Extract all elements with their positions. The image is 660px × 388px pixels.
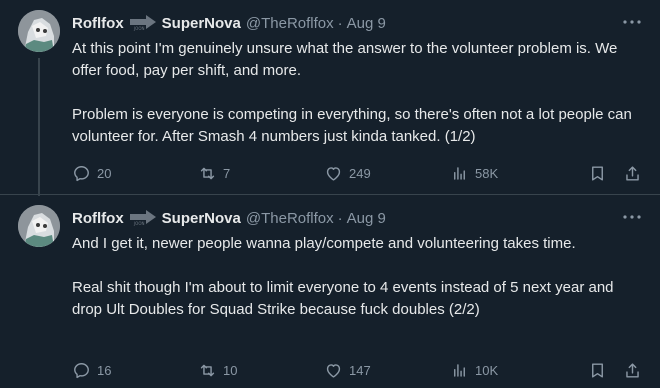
tweet-paragraph: Problem is everyone is competing in ever… — [72, 106, 632, 145]
reply-icon — [74, 362, 89, 378]
heart-icon — [326, 363, 341, 378]
tweet-actions: 16 10 147 10K — [72, 360, 642, 380]
retweet-count: 10 — [223, 362, 238, 378]
views-count: 58K — [475, 165, 499, 181]
author-handle[interactable]: @TheRoflfox — [246, 15, 334, 32]
views-bar-chart-icon — [454, 166, 465, 180]
separator-dot: · — [337, 14, 343, 32]
svg-text:JOON: JOON — [133, 221, 144, 226]
bookmark-icon[interactable] — [588, 164, 607, 183]
tweet[interactable]: Roflfox JOON SuperNova @TheRoflfox · Aug… — [0, 0, 660, 196]
share-icon[interactable] — [623, 164, 642, 183]
more-options-icon[interactable] — [622, 207, 642, 227]
tweet-paragraph: At this point I'm genuinely unsure what … — [72, 40, 618, 79]
avatar[interactable] — [18, 10, 60, 52]
retweet-button[interactable]: 10 — [198, 361, 324, 380]
like-count: 249 — [349, 165, 371, 181]
heart-icon — [326, 166, 341, 181]
reply-count: 20 — [97, 165, 112, 181]
tweet-text: At this point I'm genuinely unsure what … — [72, 38, 642, 148]
tweet-header: Roflfox JOON SuperNova @TheRoflfox · Aug… — [72, 207, 642, 229]
tweet-header: Roflfox JOON SuperNova @TheRoflfox · Aug… — [72, 12, 642, 34]
author-name[interactable]: Roflfox — [72, 15, 124, 32]
views-bar-chart-icon — [454, 363, 465, 377]
tweet-date[interactable]: Aug 9 — [347, 15, 386, 32]
thread-connector-line — [38, 58, 40, 196]
share-icon[interactable] — [623, 361, 642, 380]
retweet-icon — [200, 167, 215, 179]
views-button[interactable]: 58K — [450, 164, 576, 183]
reply-count: 16 — [97, 362, 112, 378]
reposted-arrow-icon: JOON — [128, 208, 158, 226]
views-count: 10K — [475, 362, 499, 378]
reply-button[interactable]: 20 — [72, 164, 198, 183]
like-button[interactable]: 249 — [324, 164, 450, 183]
author-handle[interactable]: @TheRoflfox — [246, 210, 334, 227]
secondary-name[interactable]: SuperNova — [162, 210, 241, 227]
tweet-paragraph: Real shit though I'm about to limit ever… — [72, 279, 614, 318]
reply-icon — [74, 165, 89, 181]
author-name[interactable]: Roflfox — [72, 210, 124, 227]
tweet-text: And I get it, newer people wanna play/co… — [72, 233, 642, 321]
svg-text:JOON: JOON — [133, 26, 144, 31]
separator-dot: · — [337, 209, 343, 227]
more-options-icon[interactable] — [622, 12, 642, 32]
like-count: 147 — [349, 362, 371, 378]
tweet[interactable]: Roflfox JOON SuperNova @TheRoflfox · Aug… — [0, 194, 660, 388]
views-button[interactable]: 10K — [450, 361, 576, 380]
retweet-count: 7 — [223, 165, 231, 181]
retweet-icon — [200, 364, 215, 376]
secondary-name[interactable]: SuperNova — [162, 15, 241, 32]
retweet-button[interactable]: 7 — [198, 164, 324, 183]
tweet-date[interactable]: Aug 9 — [347, 210, 386, 227]
reply-button[interactable]: 16 — [72, 361, 198, 380]
reposted-arrow-icon: JOON — [128, 13, 158, 31]
tweet-actions: 20 7 249 58K — [72, 163, 642, 183]
avatar[interactable] — [18, 205, 60, 247]
like-button[interactable]: 147 — [324, 361, 450, 380]
tweet-paragraph: And I get it, newer people wanna play/co… — [72, 235, 576, 252]
bookmark-icon[interactable] — [588, 361, 607, 380]
